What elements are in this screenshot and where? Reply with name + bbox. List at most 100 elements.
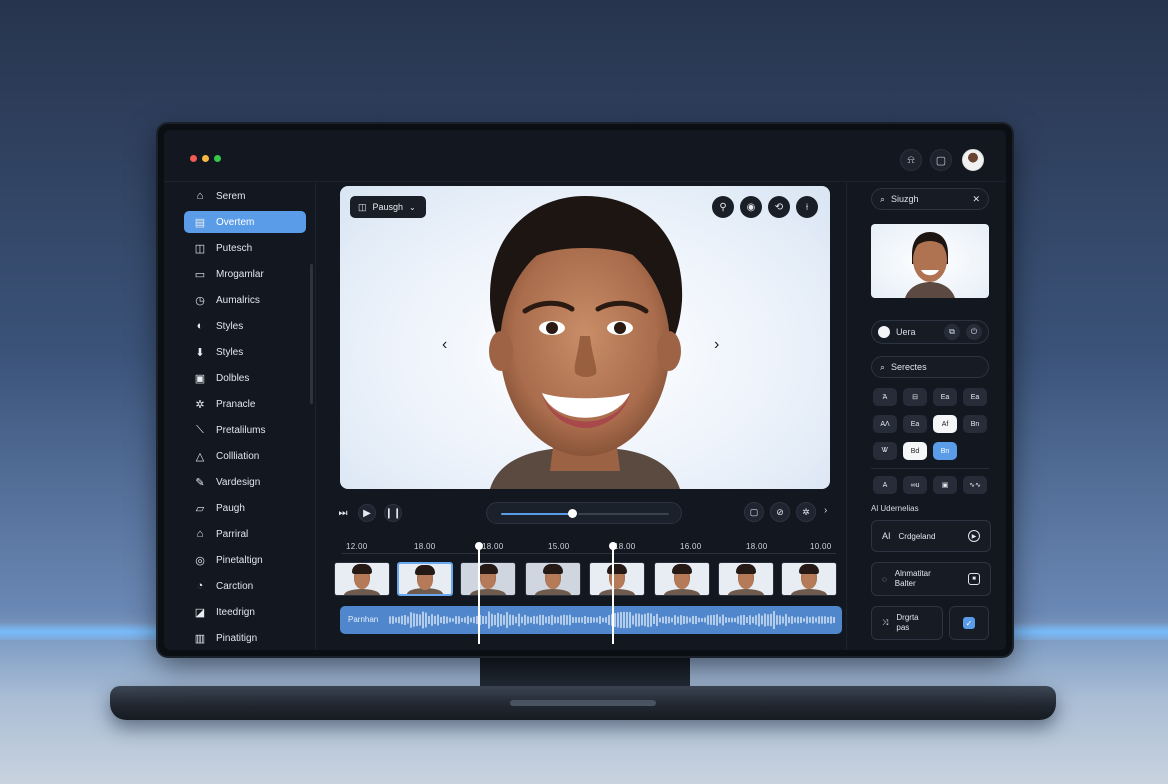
sidebar-item-pretalilums[interactable]: ⟍ Pretalilums (184, 419, 306, 441)
video-preview[interactable]: ◫ Pausgh ⌄ ⚲ ◉ ⟲ ⟊ ‹ › (340, 186, 830, 489)
chevron-right-icon[interactable]: › (824, 505, 827, 516)
sidebar-item-label: Putesch (216, 242, 253, 254)
previous-arrow-icon[interactable]: ‹ (442, 336, 447, 354)
close-icon[interactable]: ✕ (972, 194, 980, 205)
power-icon[interactable]: ⏻ (966, 324, 982, 340)
avatar[interactable] (962, 149, 984, 171)
stop-icon[interactable]: ■ (968, 573, 980, 585)
tool-chip[interactable]: ∞u (903, 476, 927, 494)
tool-chip[interactable]: ∿∿ (963, 476, 987, 494)
clip-thumbnail-selected[interactable] (397, 562, 453, 596)
sidebar-item-pranacle[interactable]: ✲ Pranacle (184, 393, 306, 415)
settings-button[interactable]: ✲ (796, 502, 816, 522)
sidebar-item-pinetaltign[interactable]: ◎ Pinetaltign (184, 549, 306, 571)
fullscreen-button[interactable]: ▢ (744, 502, 764, 522)
timeline-ruler (342, 553, 836, 554)
record-button[interactable]: ◉ (740, 196, 762, 218)
style-chip[interactable]: Ea (963, 388, 987, 406)
next-arrow-icon[interactable]: › (714, 336, 719, 354)
ai-option-card[interactable]: ◌ Alnmatitar Balter ■ (871, 562, 991, 596)
copy-icon[interactable]: ⧉ (944, 324, 960, 340)
preset-icon: ◫ (358, 201, 367, 212)
style-chip-active[interactable]: Bn (933, 442, 957, 460)
sidebar-item-styles-2[interactable]: ⬇ Styles (184, 341, 306, 363)
clip-thumbnail[interactable] (460, 562, 516, 596)
style-chip[interactable]: Ꮤ (873, 442, 897, 460)
style-chip[interactable]: Ea (933, 388, 957, 406)
search-input[interactable]: ⌕ Siuzgh ✕ (871, 188, 989, 210)
time-label: 18.00 (482, 542, 504, 551)
style-chip-selected[interactable]: Af (933, 415, 957, 433)
sidebar-item-styles[interactable]: ◐ Styles (184, 315, 306, 337)
preview-thumbnail[interactable] (871, 224, 989, 298)
playhead-marker[interactable] (609, 542, 617, 644)
sidebar-item-collliation[interactable]: △ Collliation (184, 445, 306, 467)
sidebar-item-mrogamlar[interactable]: ▭ Mrogamlar (184, 263, 306, 285)
sidebar-item-aumalrics[interactable]: ◷ Aumalrics (184, 289, 306, 311)
minimize-dot[interactable] (202, 155, 209, 162)
time-label: 18.00 (414, 542, 436, 551)
bell-icon: ⍾ (907, 153, 915, 166)
notifications-button[interactable]: ⍾ (900, 149, 922, 171)
clip-thumbnail[interactable] (718, 562, 774, 596)
clip-thumbnail[interactable] (525, 562, 581, 596)
style-chip[interactable]: ⊟ (903, 388, 927, 406)
sidebar-item-overtem[interactable]: ▤ Overtem (184, 211, 306, 233)
chevron-down-icon: ⌄ (409, 202, 416, 212)
scrub-bar[interactable] (486, 502, 682, 524)
audio-track[interactable]: Parnhan (340, 606, 842, 634)
sidebar-item-label: Dolbles (216, 372, 250, 384)
shuffle-icon: ⤨ (882, 618, 889, 627)
confirm-card[interactable]: ✓ (949, 606, 989, 640)
clip-thumbnail[interactable] (654, 562, 710, 596)
skip-button[interactable]: ⏭ (334, 504, 352, 522)
sidebar-item-label: Styles (216, 346, 244, 358)
sidebar-scrollbar[interactable] (310, 264, 313, 404)
maximize-dot[interactable] (214, 155, 221, 162)
style-chip[interactable]: Bn (963, 415, 987, 433)
playhead[interactable] (475, 542, 483, 644)
sidebar-item-serem[interactable]: ⌂ Serem (184, 185, 306, 207)
style-chip-selected[interactable]: Bd (903, 442, 927, 460)
loop-button[interactable]: ⊘ (770, 502, 790, 522)
play-button[interactable]: ▶ (358, 504, 376, 522)
ai-icon: AI (882, 531, 891, 541)
sidebar-item-dolbles[interactable]: ▣ Dolbles (184, 367, 306, 389)
sidebar-item-carction[interactable]: ◔ Carction (184, 575, 306, 597)
pin-icon: ⚲ (719, 201, 727, 213)
scrub-handle[interactable] (567, 509, 577, 518)
sidebar-item-pinatitign[interactable]: ▥ Pinatitign (184, 627, 306, 649)
skip-icon: ⏭ (338, 507, 348, 519)
window-button[interactable]: ▢ (930, 149, 952, 171)
sidebar-item-label: Pranacle (216, 398, 256, 410)
sidebar-item-vardesign[interactable]: ✎ Vardesign (184, 471, 306, 493)
style-chip[interactable]: Ea (903, 415, 927, 433)
time-label: 12.00 (346, 542, 368, 551)
style-chip[interactable]: Ά (873, 388, 897, 406)
toggle-knob[interactable] (878, 326, 890, 338)
ai-option-card[interactable]: AI Crdgeland ▶ (871, 520, 991, 552)
search-input-2[interactable]: ⌕ Serectes (871, 356, 989, 378)
right-panel: ⌕ Siuzgh ✕ Uera ⧉ ⏻ ⌕ Serectes Ά ⊟ Ea Ea… (846, 182, 1006, 650)
pin-button[interactable]: ⚲ (712, 196, 734, 218)
sidebar-item-parriral[interactable]: ⌂ Parriral (184, 523, 306, 545)
tool-chip[interactable]: A (873, 476, 897, 494)
preset-dropdown[interactable]: ◫ Pausgh ⌄ (350, 196, 426, 218)
tool-chip[interactable]: ▣ (933, 476, 957, 494)
rotate-button[interactable]: ⟲ (768, 196, 790, 218)
check-icon[interactable]: ✓ (963, 617, 975, 629)
close-dot[interactable] (190, 155, 197, 162)
pause-button[interactable]: ❙❙ (384, 504, 402, 522)
sidebar-item-iteedrign[interactable]: ◪ Iteedrign (184, 601, 306, 623)
style-chip[interactable]: AΛ (873, 415, 897, 433)
user-icon: ⌂ (196, 528, 204, 540)
ai-option-card[interactable]: ⤨ Drgrta pas (871, 606, 943, 640)
sidebar-item-putesch[interactable]: ◫ Putesch (184, 237, 306, 259)
clip-thumbnail[interactable] (589, 562, 645, 596)
sidebar-item-paugh[interactable]: ▱ Paugh (184, 497, 306, 519)
toggle-row[interactable]: Uera ⧉ ⏻ (871, 320, 989, 344)
clip-thumbnail[interactable] (334, 562, 390, 596)
play-circle-icon[interactable]: ▶ (968, 530, 980, 542)
cut-button[interactable]: ⟊ (796, 196, 818, 218)
clip-thumbnail[interactable] (781, 562, 837, 596)
